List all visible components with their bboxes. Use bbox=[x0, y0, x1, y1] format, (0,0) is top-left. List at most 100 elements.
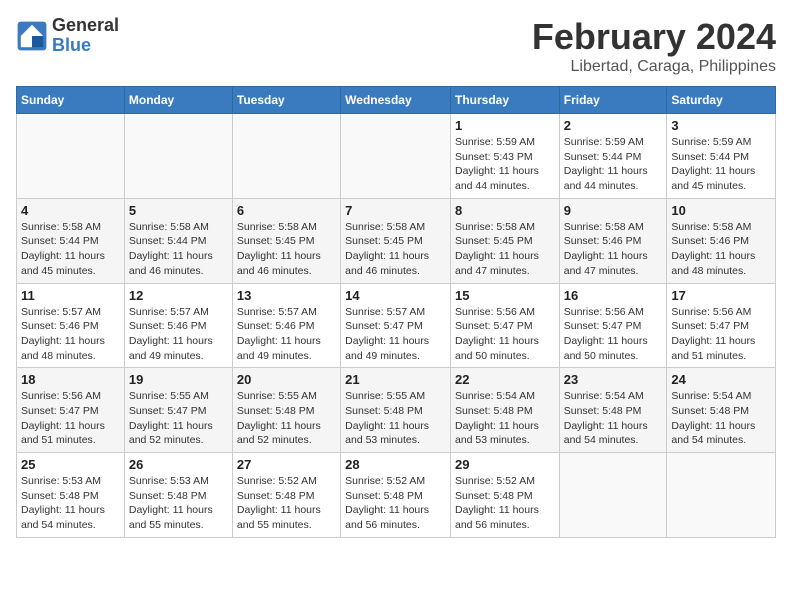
day-number: 10 bbox=[671, 203, 771, 218]
day-number: 5 bbox=[129, 203, 228, 218]
day-cell: 13Sunrise: 5:57 AM Sunset: 5:46 PM Dayli… bbox=[232, 283, 340, 368]
day-cell: 11 Sunrise: 5:57 AM Sunset: 5:46 PM Dayli… bbox=[17, 283, 125, 368]
week-row-5: 25 Sunrise: 5:53 AM Sunset: 5:48 PM Dayli… bbox=[17, 453, 776, 538]
day-header-monday: Monday bbox=[124, 87, 232, 114]
day-detail: Sunrise: 5:54 AM Sunset: 5:48 PM Dayligh… bbox=[455, 389, 555, 448]
day-cell: 26Sunrise: 5:53 AM Sunset: 5:48 PM Dayli… bbox=[124, 453, 232, 538]
day-detail: Sunrise: 5:57 AM Sunset: 5:47 PM Dayligh… bbox=[345, 305, 446, 364]
calendar-title: February 2024 bbox=[532, 16, 776, 58]
day-number: 12 bbox=[129, 288, 228, 303]
day-cell: 3 Sunrise: 5:59 AM Sunset: 5:44 PM Daylig… bbox=[667, 114, 776, 199]
day-cell: 14Sunrise: 5:57 AM Sunset: 5:47 PM Dayli… bbox=[341, 283, 451, 368]
day-number: 19 bbox=[129, 372, 228, 387]
day-number: 2 bbox=[564, 118, 663, 133]
day-detail: Sunrise: 5:52 AM Sunset: 5:48 PM Dayligh… bbox=[455, 474, 555, 533]
day-number: 28 bbox=[345, 457, 446, 472]
day-cell: 1 Sunrise: 5:59 AM Sunset: 5:43 PM Daylig… bbox=[450, 114, 559, 199]
day-cell: 8 Sunrise: 5:58 AM Sunset: 5:45 PM Daylig… bbox=[450, 198, 559, 283]
day-number: 16 bbox=[564, 288, 663, 303]
day-number: 24 bbox=[671, 372, 771, 387]
day-number: 7 bbox=[345, 203, 446, 218]
day-number: 18 bbox=[21, 372, 120, 387]
day-header-wednesday: Wednesday bbox=[341, 87, 451, 114]
week-row-1: 1 Sunrise: 5:59 AM Sunset: 5:43 PM Daylig… bbox=[17, 114, 776, 199]
logo-text: General Blue bbox=[52, 16, 119, 56]
day-detail: Sunrise: 5:56 AM Sunset: 5:47 PM Dayligh… bbox=[564, 305, 663, 364]
day-detail: Sunrise: 5:58 AM Sunset: 5:45 PM Dayligh… bbox=[455, 220, 555, 279]
day-header-tuesday: Tuesday bbox=[232, 87, 340, 114]
day-number: 3 bbox=[671, 118, 771, 133]
day-cell: 25 Sunrise: 5:53 AM Sunset: 5:48 PM Dayli… bbox=[17, 453, 125, 538]
day-number: 15 bbox=[455, 288, 555, 303]
day-cell: 17Sunrise: 5:56 AM Sunset: 5:47 PM Dayli… bbox=[667, 283, 776, 368]
day-detail: Sunrise: 5:53 AM Sunset: 5:48 PM Dayligh… bbox=[21, 474, 120, 533]
day-number: 6 bbox=[237, 203, 336, 218]
day-detail: Sunrise: 5:59 AM Sunset: 5:44 PM Dayligh… bbox=[671, 135, 771, 194]
day-number: 11 bbox=[21, 288, 120, 303]
day-cell: 19 Sunrise: 5:55 AM Sunset: 5:47 PM Dayli… bbox=[124, 368, 232, 453]
day-detail: Sunrise: 5:55 AM Sunset: 5:47 PM Dayligh… bbox=[129, 389, 228, 448]
day-detail: Sunrise: 5:59 AM Sunset: 5:43 PM Dayligh… bbox=[455, 135, 555, 194]
day-cell bbox=[124, 114, 232, 199]
day-number: 21 bbox=[345, 372, 446, 387]
day-cell: 29Sunrise: 5:52 AM Sunset: 5:48 PM Dayli… bbox=[450, 453, 559, 538]
day-number: 13 bbox=[237, 288, 336, 303]
day-cell: 5 Sunrise: 5:58 AM Sunset: 5:44 PM Daylig… bbox=[124, 198, 232, 283]
day-cell bbox=[559, 453, 667, 538]
day-detail: Sunrise: 5:54 AM Sunset: 5:48 PM Dayligh… bbox=[671, 389, 771, 448]
day-header-friday: Friday bbox=[559, 87, 667, 114]
day-number: 25 bbox=[21, 457, 120, 472]
day-cell: 27 Sunrise: 5:52 AM Sunset: 5:48 PM Dayli… bbox=[232, 453, 340, 538]
day-cell: 9 Sunrise: 5:58 AM Sunset: 5:46 PM Daylig… bbox=[559, 198, 667, 283]
logo-icon bbox=[16, 20, 48, 52]
day-cell bbox=[17, 114, 125, 199]
day-detail: Sunrise: 5:53 AM Sunset: 5:48 PM Dayligh… bbox=[129, 474, 228, 533]
day-number: 9 bbox=[564, 203, 663, 218]
day-cell: 6 Sunrise: 5:58 AM Sunset: 5:45 PM Daylig… bbox=[232, 198, 340, 283]
calendar-table: SundayMondayTuesdayWednesdayThursdayFrid… bbox=[16, 86, 776, 538]
day-cell: 18Sunrise: 5:56 AM Sunset: 5:47 PM Dayli… bbox=[17, 368, 125, 453]
day-detail: Sunrise: 5:58 AM Sunset: 5:45 PM Dayligh… bbox=[345, 220, 446, 279]
day-detail: Sunrise: 5:58 AM Sunset: 5:46 PM Dayligh… bbox=[671, 220, 771, 279]
day-header-thursday: Thursday bbox=[450, 87, 559, 114]
day-number: 20 bbox=[237, 372, 336, 387]
day-detail: Sunrise: 5:55 AM Sunset: 5:48 PM Dayligh… bbox=[345, 389, 446, 448]
day-cell: 24 Sunrise: 5:54 AM Sunset: 5:48 PM Dayli… bbox=[667, 368, 776, 453]
day-header-sunday: Sunday bbox=[17, 87, 125, 114]
day-cell: 16 Sunrise: 5:56 AM Sunset: 5:47 PM Dayli… bbox=[559, 283, 667, 368]
day-number: 23 bbox=[564, 372, 663, 387]
page-header: General Blue February 2024 Libertad, Car… bbox=[16, 16, 776, 76]
day-detail: Sunrise: 5:59 AM Sunset: 5:44 PM Dayligh… bbox=[564, 135, 663, 194]
day-detail: Sunrise: 5:52 AM Sunset: 5:48 PM Dayligh… bbox=[237, 474, 336, 533]
day-cell: 7 Sunrise: 5:58 AM Sunset: 5:45 PM Daylig… bbox=[341, 198, 451, 283]
logo: General Blue bbox=[16, 16, 119, 56]
day-number: 27 bbox=[237, 457, 336, 472]
header-row: SundayMondayTuesdayWednesdayThursdayFrid… bbox=[17, 87, 776, 114]
day-number: 8 bbox=[455, 203, 555, 218]
day-cell: 4 Sunrise: 5:58 AM Sunset: 5:44 PM Daylig… bbox=[17, 198, 125, 283]
day-number: 4 bbox=[21, 203, 120, 218]
day-cell: 20 Sunrise: 5:55 AM Sunset: 5:48 PM Dayli… bbox=[232, 368, 340, 453]
day-detail: Sunrise: 5:57 AM Sunset: 5:46 PM Dayligh… bbox=[21, 305, 120, 364]
day-cell: 22 Sunrise: 5:54 AM Sunset: 5:48 PM Dayli… bbox=[450, 368, 559, 453]
day-cell: 21 Sunrise: 5:55 AM Sunset: 5:48 PM Dayli… bbox=[341, 368, 451, 453]
day-header-saturday: Saturday bbox=[667, 87, 776, 114]
day-detail: Sunrise: 5:58 AM Sunset: 5:46 PM Dayligh… bbox=[564, 220, 663, 279]
day-detail: Sunrise: 5:52 AM Sunset: 5:48 PM Dayligh… bbox=[345, 474, 446, 533]
day-detail: Sunrise: 5:58 AM Sunset: 5:44 PM Dayligh… bbox=[21, 220, 120, 279]
day-detail: Sunrise: 5:57 AM Sunset: 5:46 PM Dayligh… bbox=[129, 305, 228, 364]
day-cell: 2 Sunrise: 5:59 AM Sunset: 5:44 PM Daylig… bbox=[559, 114, 667, 199]
day-detail: Sunrise: 5:55 AM Sunset: 5:48 PM Dayligh… bbox=[237, 389, 336, 448]
day-detail: Sunrise: 5:56 AM Sunset: 5:47 PM Dayligh… bbox=[671, 305, 771, 364]
day-number: 22 bbox=[455, 372, 555, 387]
day-detail: Sunrise: 5:58 AM Sunset: 5:44 PM Dayligh… bbox=[129, 220, 228, 279]
day-cell bbox=[667, 453, 776, 538]
day-number: 1 bbox=[455, 118, 555, 133]
day-cell bbox=[232, 114, 340, 199]
day-cell: 10 Sunrise: 5:58 AM Sunset: 5:46 PM Dayli… bbox=[667, 198, 776, 283]
day-detail: Sunrise: 5:54 AM Sunset: 5:48 PM Dayligh… bbox=[564, 389, 663, 448]
week-row-3: 11 Sunrise: 5:57 AM Sunset: 5:46 PM Dayli… bbox=[17, 283, 776, 368]
day-detail: Sunrise: 5:58 AM Sunset: 5:45 PM Dayligh… bbox=[237, 220, 336, 279]
day-detail: Sunrise: 5:56 AM Sunset: 5:47 PM Dayligh… bbox=[455, 305, 555, 364]
day-cell bbox=[341, 114, 451, 199]
